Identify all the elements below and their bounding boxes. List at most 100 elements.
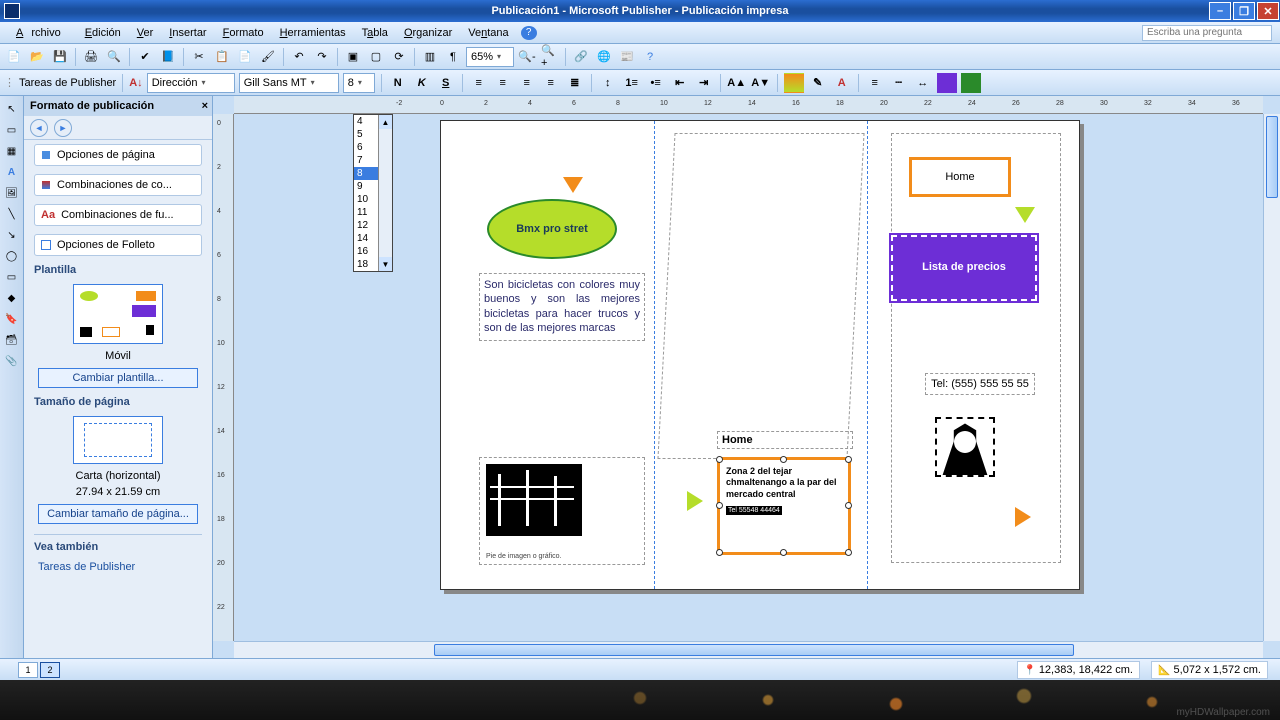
vertical-scrollbar[interactable] xyxy=(1263,114,1280,641)
menu-edicion[interactable]: Edición xyxy=(77,25,129,41)
cut-button[interactable]: ✂ xyxy=(189,47,209,67)
price-list-box[interactable]: Lista de precios xyxy=(891,235,1037,301)
wordart-tool[interactable]: A xyxy=(3,163,21,181)
menu-formato[interactable]: Formato xyxy=(215,25,272,41)
image-frame[interactable]: Pie de imagen o gráfico. xyxy=(479,457,645,565)
arrow-tool[interactable]: ↘ xyxy=(3,226,21,244)
web-preview-button[interactable]: 🌐 xyxy=(594,47,614,67)
vertical-ruler[interactable]: 024681012141618202224 xyxy=(213,114,234,641)
home-box[interactable]: Home xyxy=(909,157,1011,197)
decrease-indent-button[interactable]: ⇤ xyxy=(670,73,690,93)
minimize-button[interactable]: – xyxy=(1209,2,1231,20)
3d-button[interactable] xyxy=(961,73,981,93)
template-thumbnail[interactable] xyxy=(73,284,163,344)
columns-button[interactable]: ▥ xyxy=(420,47,440,67)
bring-front-button[interactable]: ▣ xyxy=(343,47,363,67)
numbering-button[interactable]: 1≡ xyxy=(622,73,642,93)
arrow-right-icon[interactable] xyxy=(687,491,703,511)
webpage-button[interactable]: 📰 xyxy=(617,47,637,67)
line-tool[interactable]: ╲ xyxy=(3,205,21,223)
design-gallery-tool[interactable]: 🗃 xyxy=(3,331,21,349)
print-button[interactable]: 🖨 xyxy=(81,47,101,67)
shape-placeholder[interactable] xyxy=(479,133,645,189)
font-size-combo[interactable]: 8 xyxy=(343,73,375,93)
textbox-tool[interactable]: ▭ xyxy=(3,121,21,139)
special-char-button[interactable]: ¶ xyxy=(443,47,463,67)
nav-forward-button[interactable]: ► xyxy=(54,119,72,137)
pointer-tool[interactable]: ↖ xyxy=(3,100,21,118)
color-schemes-button[interactable]: Combinaciones de co... xyxy=(34,174,202,196)
align-justify-button[interactable]: ≡ xyxy=(541,73,561,93)
underline-button[interactable]: S xyxy=(436,73,456,93)
arrow-right-icon[interactable] xyxy=(1015,507,1031,527)
format-painter-button[interactable]: 🖌 xyxy=(258,47,278,67)
restore-button[interactable]: ❐ xyxy=(1233,2,1255,20)
distribute-button[interactable]: ≣ xyxy=(565,73,585,93)
panel3-frame[interactable] xyxy=(891,133,1061,563)
horizontal-scrollbar[interactable] xyxy=(234,641,1263,658)
grow-font-button[interactable]: A▲ xyxy=(727,73,747,93)
fill-color-button[interactable] xyxy=(784,73,804,93)
horizontal-ruler[interactable]: -202468101214161820222426283032343638 xyxy=(234,96,1263,114)
see-also-link[interactable]: Tareas de Publisher xyxy=(38,561,198,573)
nav-back-button[interactable]: ◄ xyxy=(30,119,48,137)
redo-button[interactable]: ↷ xyxy=(312,47,332,67)
menu-tabla[interactable]: Tabla xyxy=(354,25,396,41)
bold-button[interactable]: N xyxy=(388,73,408,93)
zoom-in-button[interactable]: 🔍+ xyxy=(540,47,560,67)
line-spacing-button[interactable]: ↕ xyxy=(598,73,618,93)
address-frame-selected[interactable]: Zona 2 del tejar chmaltenango a la par d… xyxy=(717,457,851,555)
scrollbar-thumb[interactable] xyxy=(434,644,1074,656)
preview-button[interactable]: 🔍 xyxy=(104,47,124,67)
os-taskbar[interactable]: myHDWallpaper.com xyxy=(0,680,1280,720)
dropdown-scrollbar[interactable]: ▲▼ xyxy=(378,115,392,271)
change-template-button[interactable]: Cambiar plantilla... xyxy=(38,368,198,388)
help-button[interactable]: ? xyxy=(640,47,660,67)
page-viewport[interactable]: 4 5 6 7 8 9 10 11 12 14 16 18 ▲▼ xyxy=(234,114,1263,641)
bookmark-tool[interactable]: 🔖 xyxy=(3,310,21,328)
page-tab-2[interactable]: 2 xyxy=(40,662,60,678)
research-button[interactable]: 📘 xyxy=(158,47,178,67)
autoshapes-tool[interactable]: ◆ xyxy=(3,289,21,307)
picture-tool[interactable]: 🖼 xyxy=(3,184,21,202)
task-pane-close-button[interactable]: × xyxy=(202,100,208,112)
increase-indent-button[interactable]: ⇥ xyxy=(694,73,714,93)
brochure-options-button[interactable]: Opciones de Folleto xyxy=(34,234,202,256)
align-center-button[interactable]: ≡ xyxy=(493,73,513,93)
menu-herramientas[interactable]: Herramientas xyxy=(272,25,354,41)
menu-organizar[interactable]: Organizar xyxy=(396,25,460,41)
align-right-button[interactable]: ≡ xyxy=(517,73,537,93)
menu-ventana[interactable]: Ventana xyxy=(460,25,516,41)
scrollbar-thumb[interactable] xyxy=(1266,116,1278,198)
arrow-down-icon[interactable] xyxy=(1015,207,1035,223)
shrink-font-button[interactable]: A▼ xyxy=(751,73,771,93)
page-options-button[interactable]: Opciones de página xyxy=(34,144,202,166)
table-tool[interactable]: ▦ xyxy=(3,142,21,160)
help-icon[interactable]: ? xyxy=(521,26,537,40)
dash-style-button[interactable]: ┄ xyxy=(889,73,909,93)
publication-page[interactable]: Bmx pro stret Son bicicletas con colores… xyxy=(440,120,1080,590)
phone-text-frame[interactable]: Tel: (555) 555 55 55 xyxy=(925,373,1035,395)
zoom-out-button[interactable]: 🔍- xyxy=(517,47,537,67)
italic-button[interactable]: K xyxy=(412,73,432,93)
rectangle-tool[interactable]: ▭ xyxy=(3,268,21,286)
save-button[interactable]: 💾 xyxy=(50,47,70,67)
font-combo[interactable]: Gill Sans MT xyxy=(239,73,339,93)
align-left-button[interactable]: ≡ xyxy=(469,73,489,93)
style-combo[interactable]: Dirección xyxy=(147,73,235,93)
change-size-button[interactable]: Cambiar tamaño de página... xyxy=(38,504,198,524)
help-search-input[interactable] xyxy=(1142,25,1272,41)
paste-button[interactable]: 📄 xyxy=(235,47,255,67)
content-library-tool[interactable]: 📎 xyxy=(3,352,21,370)
line-style-button[interactable]: ≡ xyxy=(865,73,885,93)
menu-archivo[interactable]: Archivo xyxy=(8,25,77,41)
publisher-tasks-button[interactable]: Tareas de Publisher xyxy=(19,77,116,89)
spellcheck-button[interactable]: ✔ xyxy=(135,47,155,67)
oval-tool[interactable]: ◯ xyxy=(3,247,21,265)
open-button[interactable]: 📂 xyxy=(27,47,47,67)
zoom-combo[interactable]: 65% xyxy=(466,47,514,67)
font-color-button[interactable]: A xyxy=(832,73,852,93)
line-color-button[interactable]: ✎ xyxy=(808,73,828,93)
home-text-frame[interactable]: Home xyxy=(717,431,853,449)
graduate-image[interactable] xyxy=(935,417,995,477)
